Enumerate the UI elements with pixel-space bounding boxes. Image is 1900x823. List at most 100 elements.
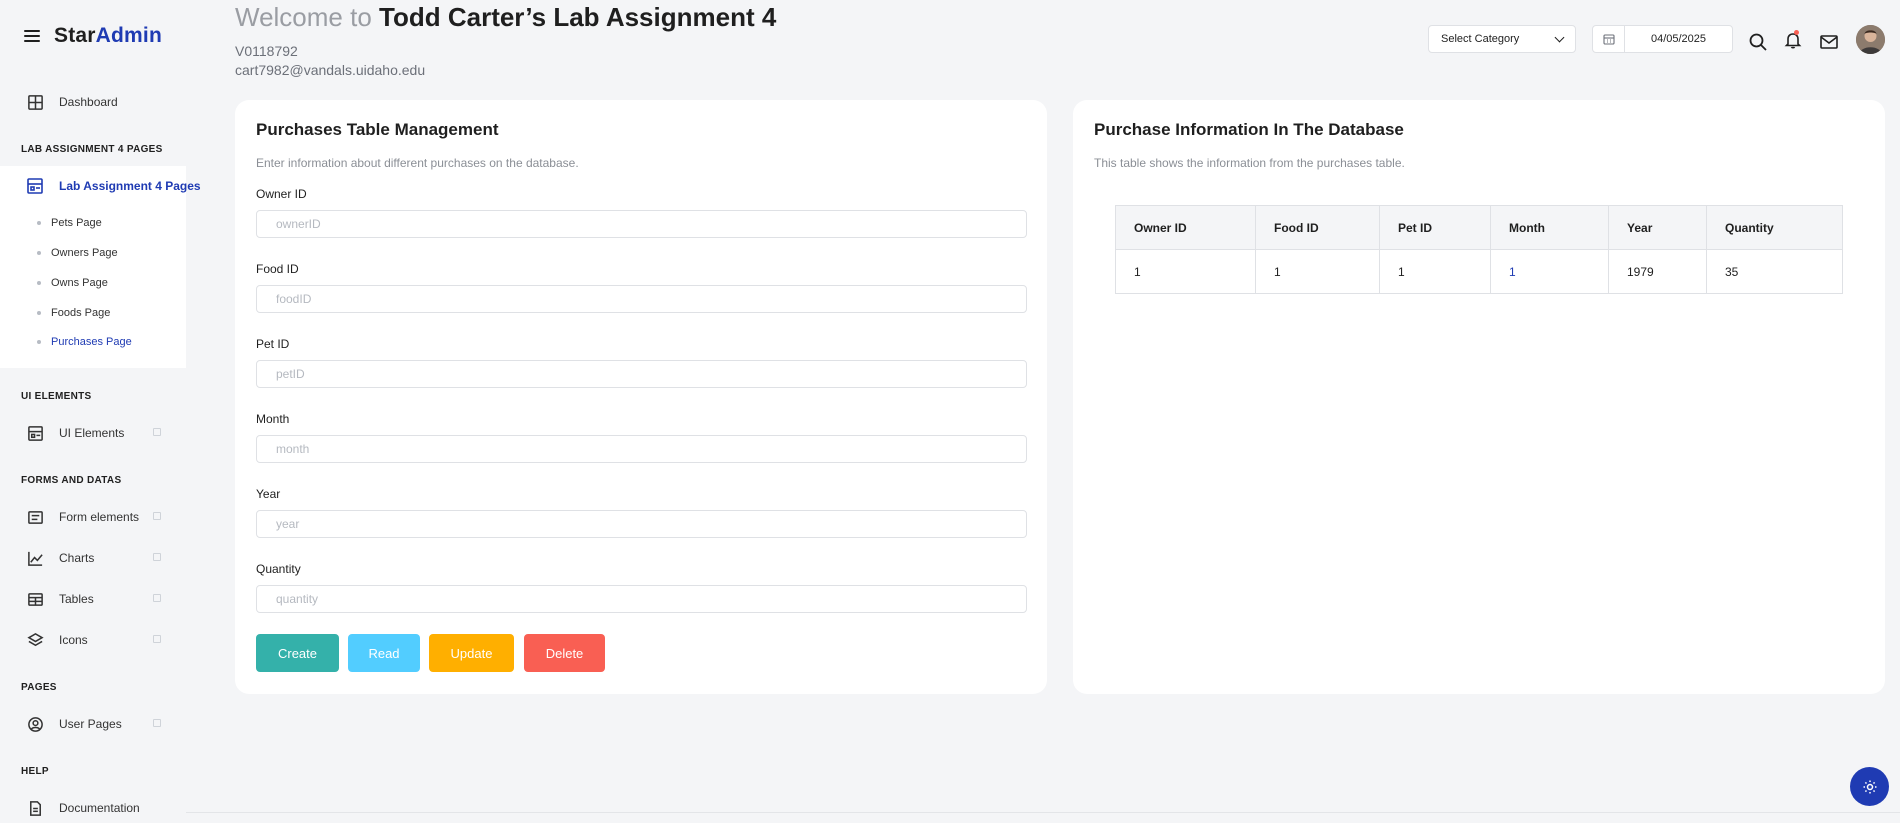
chart-line-icon bbox=[26, 549, 44, 567]
purchases-form-card: Purchases Table Management Enter informa… bbox=[235, 100, 1047, 694]
column-header: Pet ID bbox=[1379, 205, 1491, 250]
column-header: Quantity bbox=[1706, 205, 1843, 250]
mail-icon[interactable] bbox=[1819, 32, 1839, 52]
form-icon bbox=[26, 508, 44, 526]
sub-item-label: Foods Page bbox=[51, 307, 111, 319]
brand-part-2: Admin bbox=[95, 24, 162, 47]
table-cell: 1 bbox=[1490, 249, 1609, 294]
student-id: V0118792 bbox=[235, 43, 298, 59]
sidebar-item-label: User Pages bbox=[59, 717, 122, 731]
expand-arrow-icon bbox=[153, 428, 161, 436]
sidebar-item-label: Icons bbox=[59, 633, 88, 647]
sub-item-owners[interactable]: Owners Page bbox=[37, 247, 118, 259]
table-row: 1 1 1 1 1979 35 bbox=[1115, 249, 1843, 294]
owner-id-input[interactable] bbox=[256, 210, 1027, 238]
sidebar-item-icons[interactable]: Icons bbox=[26, 631, 161, 649]
bullet-icon bbox=[37, 311, 41, 315]
quantity-label: Quantity bbox=[256, 562, 301, 576]
document-icon bbox=[26, 799, 44, 817]
sidebar-item-user-pages[interactable]: User Pages bbox=[26, 715, 161, 733]
food-id-input[interactable] bbox=[256, 285, 1027, 313]
date-picker[interactable]: 04/05/2025 bbox=[1592, 25, 1733, 53]
section-title-pages: PAGES bbox=[21, 682, 57, 693]
sidebar-item-tables[interactable]: Tables bbox=[26, 590, 161, 608]
bullet-icon bbox=[37, 251, 41, 255]
bell-icon[interactable] bbox=[1783, 30, 1803, 50]
sidebar-item-label: Documentation bbox=[59, 801, 140, 815]
sub-item-pets[interactable]: Pets Page bbox=[37, 217, 102, 229]
month-label: Month bbox=[256, 412, 290, 426]
sidebar-item-dashboard[interactable]: Dashboard bbox=[26, 93, 161, 111]
pet-id-label: Pet ID bbox=[256, 337, 290, 351]
column-header: Owner ID bbox=[1115, 205, 1256, 250]
select-category-dropdown[interactable]: Select Category bbox=[1428, 25, 1576, 53]
card-description: This table shows the information from th… bbox=[1094, 156, 1405, 170]
month-input[interactable] bbox=[256, 435, 1027, 463]
sidebar-item-label: Form elements bbox=[59, 510, 140, 524]
expand-arrow-icon bbox=[153, 553, 161, 561]
settings-button[interactable] bbox=[1850, 767, 1889, 806]
section-title-ui: UI ELEMENTS bbox=[21, 391, 92, 402]
table-cell: 1979 bbox=[1608, 249, 1707, 294]
pet-id-input[interactable] bbox=[256, 360, 1027, 388]
card-title: Purchases Table Management bbox=[256, 120, 499, 139]
menu-toggle-icon[interactable] bbox=[24, 30, 40, 42]
page-title: Welcome to Todd Carter’s Lab Assignment … bbox=[235, 2, 776, 33]
sidebar-item-label: Charts bbox=[59, 551, 95, 565]
purchases-table: Owner ID Food ID Pet ID Month Year Quant… bbox=[1115, 205, 1843, 294]
gear-icon bbox=[1863, 780, 1876, 793]
sub-item-purchases[interactable]: Purchases Page bbox=[37, 336, 132, 348]
sidebar-item-ui-elements[interactable]: UI Elements bbox=[26, 424, 161, 442]
owner-id-label: Owner ID bbox=[256, 187, 307, 201]
welcome-name: Todd Carter’s Lab Assignment 4 bbox=[379, 2, 777, 32]
sub-item-owns[interactable]: Owns Page bbox=[37, 277, 108, 289]
section-title-forms: FORMS AND DATAS bbox=[21, 475, 122, 486]
delete-button[interactable]: Delete bbox=[524, 634, 605, 672]
brand-logo[interactable]: StarAdmin bbox=[54, 24, 162, 48]
create-button[interactable]: Create bbox=[256, 634, 339, 672]
calendar-icon[interactable] bbox=[1593, 26, 1625, 52]
select-category-label: Select Category bbox=[1441, 33, 1520, 45]
sidebar-item-label: Dashboard bbox=[59, 95, 118, 109]
sub-item-label: Purchases Page bbox=[51, 336, 132, 348]
bullet-icon bbox=[37, 281, 41, 285]
sub-item-foods[interactable]: Foods Page bbox=[37, 307, 110, 319]
year-label: Year bbox=[256, 487, 281, 501]
avatar[interactable] bbox=[1856, 25, 1885, 54]
date-value: 04/05/2025 bbox=[1650, 33, 1707, 45]
sidebar-item-charts[interactable]: Charts bbox=[26, 549, 161, 567]
update-button[interactable]: Update bbox=[429, 634, 514, 672]
sidebar-item-lab-assignment[interactable]: Lab Assignment 4 Pages bbox=[26, 177, 201, 195]
table-cell: 1 bbox=[1255, 249, 1380, 294]
column-header: Food ID bbox=[1255, 205, 1380, 250]
expand-arrow-icon bbox=[153, 635, 161, 643]
sidebar-item-label: Tables bbox=[59, 592, 94, 606]
column-header: Year bbox=[1608, 205, 1707, 250]
sub-item-label: Pets Page bbox=[51, 217, 102, 229]
table-cell: 1 bbox=[1115, 249, 1256, 294]
sidebar-item-documentation[interactable]: Documentation bbox=[26, 799, 161, 817]
layers-icon bbox=[26, 631, 44, 649]
bullet-icon bbox=[37, 221, 41, 225]
brand-part-1: Star bbox=[54, 24, 96, 47]
sidebar-item-label: UI Elements bbox=[59, 426, 125, 440]
search-icon[interactable] bbox=[1748, 32, 1768, 52]
section-title-help: HELP bbox=[21, 766, 49, 777]
sub-item-label: Owns Page bbox=[51, 277, 108, 289]
food-id-label: Food ID bbox=[256, 262, 299, 276]
expand-arrow-icon bbox=[153, 719, 161, 727]
grid-icon bbox=[26, 93, 44, 111]
read-button[interactable]: Read bbox=[348, 634, 420, 672]
chevron-down-icon bbox=[1554, 32, 1565, 43]
year-input[interactable] bbox=[256, 510, 1027, 538]
notification-dot bbox=[1794, 30, 1799, 35]
table-header-row: Owner ID Food ID Pet ID Month Year Quant… bbox=[1115, 205, 1843, 250]
sidebar-item-form-elements[interactable]: Form elements bbox=[26, 508, 161, 526]
student-email: cart7982@vandals.uidaho.edu bbox=[235, 62, 426, 78]
card-title: Purchase Information In The Database bbox=[1094, 120, 1404, 139]
card-description: Enter information about different purcha… bbox=[256, 156, 579, 170]
sidebar: StarAdmin Dashboard LAB ASSIGNMENT 4 PAG… bbox=[0, 0, 201, 823]
quantity-input[interactable] bbox=[256, 585, 1027, 613]
table-icon bbox=[26, 590, 44, 608]
bullet-icon bbox=[37, 340, 41, 344]
